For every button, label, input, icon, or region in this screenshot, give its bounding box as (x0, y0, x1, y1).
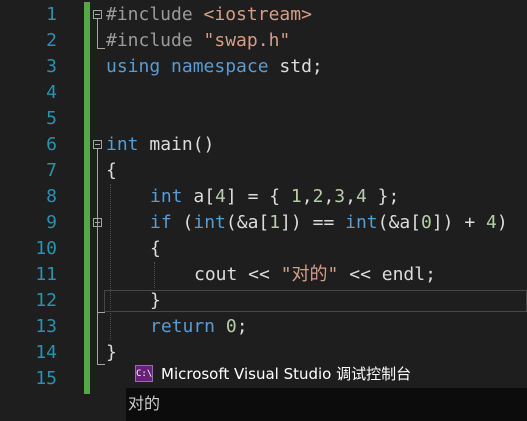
code-text: (&a[ (225, 212, 270, 233)
debug-console-window[interactable]: C:\ Microsoft Visual Studio 调试控制台 对的 (126, 360, 527, 421)
code-line-12[interactable]: } (150, 288, 161, 314)
number-literal: 4 (215, 186, 226, 207)
include-file: "swap.h" (203, 30, 291, 51)
code-line-13[interactable]: return 0; (150, 314, 248, 340)
line-number: 6 (46, 134, 57, 155)
line-number: 1 (46, 4, 57, 25)
code-line-2[interactable]: #include "swap.h" (106, 28, 290, 54)
current-line-highlight (104, 290, 527, 312)
code-line-3[interactable]: using namespace std; (106, 54, 323, 80)
line-number: 10 (35, 238, 57, 259)
keyword: if (150, 212, 172, 233)
code-text: ) (496, 212, 508, 233)
code-text: { (150, 238, 161, 259)
preprocessor-directive: #include (106, 4, 193, 25)
number-literal: 3 (334, 186, 346, 207)
line-number: 2 (46, 30, 57, 51)
number-literal: 1 (290, 186, 302, 207)
code-text: ]) == (280, 212, 346, 233)
number-literal: 4 (355, 186, 367, 207)
line-number: 5 (46, 108, 57, 129)
line-number: 8 (46, 186, 57, 207)
keyword: int (106, 134, 139, 155)
code-text: } (106, 342, 117, 363)
code-line-8[interactable]: int a[4] = { 1,2,3,4 }; (150, 184, 399, 210)
number-literal: 0 (225, 316, 237, 337)
code-text: cout << (194, 264, 281, 285)
number-literal: 1 (269, 212, 281, 233)
code-editor[interactable]: 1 2 3 4 5 6 7 8 9 10 11 12 13 14 15 #inc… (0, 0, 527, 421)
line-number: 15 (35, 368, 57, 389)
line-number: 12 (35, 290, 57, 311)
line-number: 14 (35, 342, 57, 363)
number-literal: 0 (421, 212, 432, 233)
collapse-icon[interactable] (93, 140, 102, 149)
keyword: int (345, 212, 378, 233)
code-text: } (150, 290, 161, 311)
code-line-6[interactable]: int main() (106, 132, 214, 158)
keyword: return (150, 316, 216, 337)
collapse-icon[interactable] (93, 10, 102, 19)
keyword: namespace (171, 56, 269, 77)
code-line-9[interactable]: if (int(&a[1]) == int(&a[0]) + 4) (150, 210, 508, 236)
fold-end-marker (97, 48, 105, 49)
indent-guide (154, 262, 155, 288)
console-output: 对的 (128, 394, 161, 413)
number-literal: 4 (486, 212, 497, 233)
code-text: << endl; (338, 264, 436, 285)
change-tracking-bar (84, 2, 90, 394)
line-number: 11 (35, 264, 57, 285)
include-file: <iostream> (203, 4, 312, 25)
code-text: ( (171, 212, 194, 233)
fold-guide-line (97, 227, 98, 312)
fold-end-marker (97, 364, 105, 365)
console-titlebar[interactable]: C:\ Microsoft Visual Studio 调试控制台 (126, 360, 527, 388)
console-app-icon: C:\ (135, 365, 153, 382)
line-number: 9 (46, 212, 57, 233)
keyword: using (106, 56, 161, 77)
line-number: 7 (46, 160, 57, 181)
collapse-icon[interactable] (93, 218, 102, 227)
code-line-14[interactable]: } (106, 340, 117, 366)
preprocessor-directive: #include (106, 30, 193, 51)
code-text: { (106, 160, 117, 181)
fold-end-marker (97, 312, 105, 313)
code-text: a[ (193, 186, 216, 207)
code-text: , (323, 186, 335, 207)
code-text: , (345, 186, 356, 207)
line-number: 3 (46, 56, 57, 77)
code-text: std; (279, 56, 323, 77)
code-text: }; (366, 186, 400, 207)
code-text: main() (149, 134, 215, 155)
code-text: ] = { (225, 186, 291, 207)
code-text: ]) + (431, 212, 487, 233)
code-line-11[interactable]: cout << "对的" << endl; (194, 262, 436, 288)
keyword: int (150, 186, 183, 207)
code-line-1[interactable]: #include <iostream> (106, 2, 312, 28)
code-text: , (301, 186, 313, 207)
console-title: Microsoft Visual Studio 调试控制台 (161, 365, 412, 383)
string-literal: "对的" (280, 264, 339, 285)
number-literal: 2 (312, 186, 324, 207)
code-text: (&a[ (377, 212, 421, 233)
indent-guide (110, 184, 111, 340)
line-number: 13 (35, 316, 57, 337)
code-line-7[interactable]: { (106, 158, 117, 184)
keyword: int (193, 212, 226, 233)
fold-guide-line (97, 19, 98, 48)
code-text: ; (236, 316, 248, 337)
line-number: 4 (46, 82, 57, 103)
code-line-10[interactable]: { (150, 236, 161, 262)
line-number-gutter: 1 2 3 4 5 6 7 8 9 10 11 12 13 14 15 (0, 0, 66, 421)
